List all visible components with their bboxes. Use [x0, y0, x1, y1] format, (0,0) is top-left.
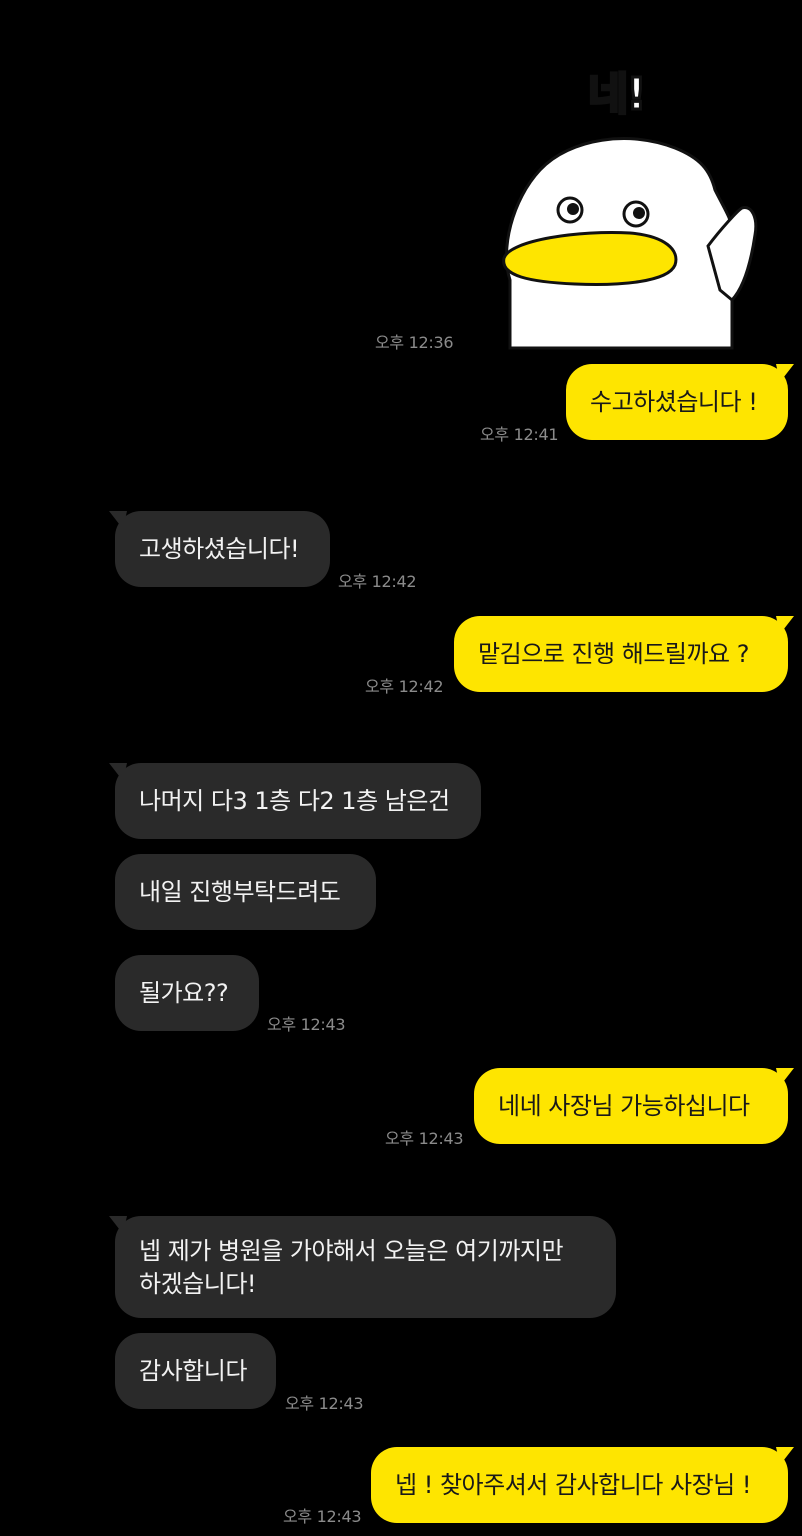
bubble-tail-icon — [776, 616, 794, 634]
bubble-tail-icon — [109, 1216, 127, 1234]
timestamp: 오후 12:43 — [285, 1394, 364, 1413]
message-text: 내일 진행부탁드려도 — [139, 878, 341, 906]
message-text: 네네 사장님 가능하십니다 — [498, 1092, 750, 1120]
message-text: 감사합니다 — [139, 1357, 247, 1385]
incoming-message-bubble[interactable]: 될가요?? — [115, 955, 259, 1031]
bubble-tail-icon — [109, 763, 127, 781]
outgoing-message-bubble[interactable]: 수고하셨습니다 ! — [566, 364, 794, 440]
incoming-message-bubble[interactable]: 고생하셨습니다! — [109, 511, 330, 587]
incoming-message-bubble[interactable]: 넵 제가 병원을 가야해서 오늘은 여기까지만 하겠습니다! — [109, 1216, 616, 1318]
bubble-tail-icon — [776, 1447, 794, 1465]
incoming-message-bubble[interactable]: 나머지 다3 1층 다2 1층 남은건 — [109, 763, 481, 839]
outgoing-message-bubble[interactable]: 넵 ! 찾아주셔서 감사합니다 사장님 ! — [371, 1447, 794, 1523]
message-text: 넵 ! 찾아주셔서 감사합니다 사장님 ! — [395, 1471, 752, 1499]
incoming-message-bubble[interactable]: 감사합니다 — [115, 1333, 276, 1409]
incoming-message-bubble[interactable]: 내일 진행부탁드려도 — [115, 854, 376, 930]
duck-icon — [502, 137, 758, 350]
timestamp: 오후 12:43 — [283, 1507, 362, 1526]
message-text-line: 하겠습니다! — [139, 1270, 257, 1298]
bubble-tail-icon — [776, 1068, 794, 1086]
duck-sticker[interactable]: 네! — [470, 50, 770, 350]
message-text-line: 넵 제가 병원을 가야해서 오늘은 여기까지만 — [139, 1237, 564, 1265]
bubble-tail-icon — [776, 364, 794, 382]
outgoing-message-bubble[interactable]: 네네 사장님 가능하십니다 — [474, 1068, 794, 1144]
timestamp: 오후 12:43 — [385, 1129, 464, 1148]
message-text: 나머지 다3 1층 다2 1층 남은건 — [139, 787, 450, 815]
message-text: 맡김으로 진행 해드릴까요 ? — [478, 640, 750, 668]
message-text: 될가요?? — [139, 979, 229, 1007]
message-text: 수고하셨습니다 ! — [590, 388, 758, 416]
outgoing-message-bubble[interactable]: 맡김으로 진행 해드릴까요 ? — [454, 616, 794, 692]
timestamp: 오후 12:42 — [365, 677, 444, 696]
timestamp: 오후 12:42 — [338, 572, 417, 591]
timestamp: 오후 12:36 — [375, 333, 454, 352]
message-text: 고생하셨습니다! — [139, 535, 300, 563]
bubble-tail-icon — [109, 511, 127, 529]
timestamp: 오후 12:41 — [480, 425, 559, 444]
timestamp: 오후 12:43 — [267, 1015, 346, 1034]
